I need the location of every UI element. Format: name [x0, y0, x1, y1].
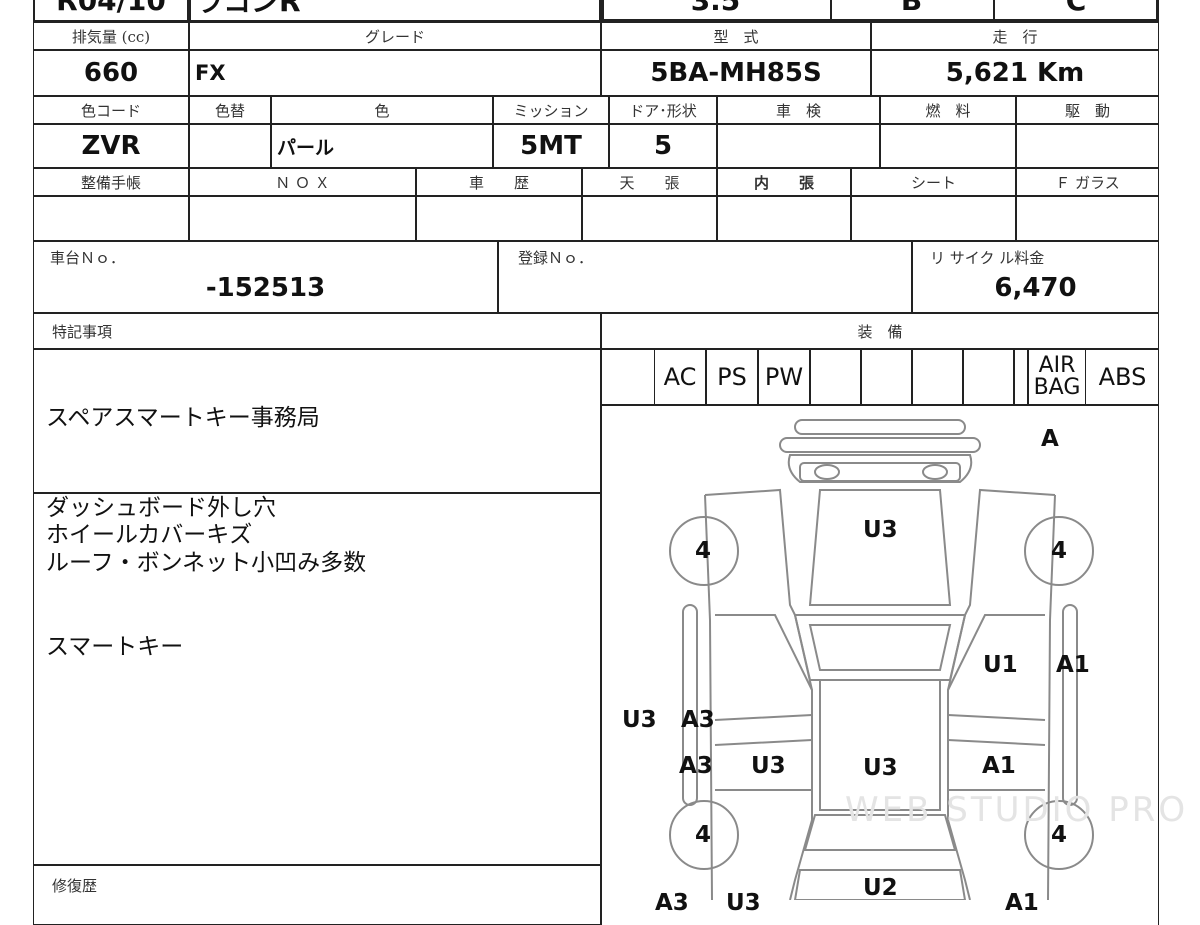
interior-label: 内 張 [753, 173, 814, 192]
seat-label: シート [910, 173, 956, 192]
notes-label: 特記事項 [52, 322, 113, 341]
model-code-label: 型 式 [713, 27, 759, 46]
mark-right-front: A1 [1056, 652, 1090, 678]
repaint-value [189, 124, 271, 168]
chassis-value: -152513 [205, 273, 326, 303]
equipment-label: 装 備 [857, 322, 903, 341]
mark-rear-right-a: A1 [1005, 890, 1039, 916]
equip-cell-7 [963, 349, 1014, 405]
repair-history-label: 修復歴 [52, 876, 98, 895]
mark-rear-u: U2 [863, 875, 898, 901]
mark-right-door: A1 [982, 753, 1016, 779]
equip-cell-4 [810, 349, 861, 405]
grade-value: FX [195, 61, 226, 85]
drive-value [1016, 124, 1159, 168]
watermark: WEB STUDIO PRO [845, 790, 1189, 830]
recycle-value: 6,470 [994, 273, 1077, 303]
registration-value [498, 267, 912, 309]
doors-label: ドア･形状 [629, 101, 697, 120]
glass-value-cell [1016, 196, 1159, 241]
seat-value-cell [851, 196, 1016, 241]
fuel-value [880, 124, 1016, 168]
history-label: 車 歴 [468, 173, 529, 192]
transmission-label: ミッション [513, 101, 589, 120]
equip-cell-6 [912, 349, 963, 405]
color-value: パール [277, 136, 335, 159]
mark-top-right: A [1041, 426, 1059, 452]
fuel-label: 燃 料 [925, 101, 971, 120]
grade-label: グレード [364, 27, 425, 46]
exterior-grade-value: C [1065, 0, 1087, 17]
interior-value-cell [717, 196, 851, 241]
mark-left-door-a: A3 [681, 707, 715, 733]
displacement-label: 排気量 (cc) [71, 27, 151, 46]
note-line-3: スマートキー [46, 634, 184, 660]
repair-history-cell [33, 865, 601, 925]
date-value: R04/10 [56, 0, 166, 17]
inspection-value [717, 124, 880, 168]
equip-cell-5 [861, 349, 912, 405]
repaint-label: 色替 [214, 101, 245, 120]
mark-tire-rl: 4 [695, 822, 712, 848]
score-value: 3.5 [690, 0, 741, 17]
glass-label: Ｆ ガラス [1055, 173, 1120, 192]
service-book-value-cell [33, 196, 189, 241]
displacement-value: 660 [83, 58, 139, 88]
mark-tire-rr: 4 [1051, 822, 1068, 848]
mark-tire-fr: 4 [1051, 538, 1068, 564]
mark-left-door2-a: A3 [679, 753, 713, 779]
equip-cell-8 [1014, 349, 1028, 405]
transmission-value: 5MT [520, 131, 582, 161]
equip-pw: PW [764, 363, 804, 391]
notes-header-cell [33, 313, 601, 349]
mark-roof: U3 [863, 755, 898, 781]
note-line-2a: ダッシュボード外し穴 [46, 495, 276, 521]
inspection-label: 車 検 [775, 101, 821, 120]
interior-grade-value: B [900, 0, 923, 17]
equip-ps: PS [717, 363, 747, 391]
mark-left-door-u: U3 [622, 707, 657, 733]
nox-label: Ｎ Ｏ Ｘ [275, 173, 330, 192]
service-book-label: 整備手帳 [80, 173, 141, 192]
note-line-2b: ホイールカバーキズ [46, 522, 253, 548]
note-line-2c: ルーフ・ボンネット小凹み多数 [46, 550, 367, 576]
mark-rear-left-a: A3 [655, 890, 689, 916]
nox-value-cell [189, 196, 416, 241]
color-code-label: 色コード [80, 101, 141, 120]
mileage-label: 走 行 [992, 27, 1038, 46]
equip-airbag: AIR BAG [1033, 353, 1081, 400]
color-label: 色 [374, 101, 390, 120]
roof-label: 天 張 [619, 173, 680, 192]
mark-tire-fl: 4 [695, 538, 712, 564]
note-line-1: スペアスマートキー事務局 [46, 405, 320, 431]
history-value-cell [416, 196, 582, 241]
equip-abs: ABS [1098, 363, 1147, 391]
roof-value-cell [582, 196, 717, 241]
drive-label: 駆 動 [1064, 101, 1110, 120]
mark-rear-left-u: U3 [726, 890, 761, 916]
mark-right-pillar: U1 [983, 652, 1018, 678]
color-code-value: ZVR [81, 131, 141, 161]
equip-ac: AC [663, 363, 697, 391]
mileage-value: 5,621 Km [945, 58, 1085, 88]
mark-hood: U3 [863, 517, 898, 543]
mark-left-door2-u: U3 [751, 753, 786, 779]
model-code-value: 5BA-MH85S [650, 58, 822, 88]
doors-value: 5 [653, 131, 673, 161]
model-name-value: ラコンR [195, 0, 301, 18]
